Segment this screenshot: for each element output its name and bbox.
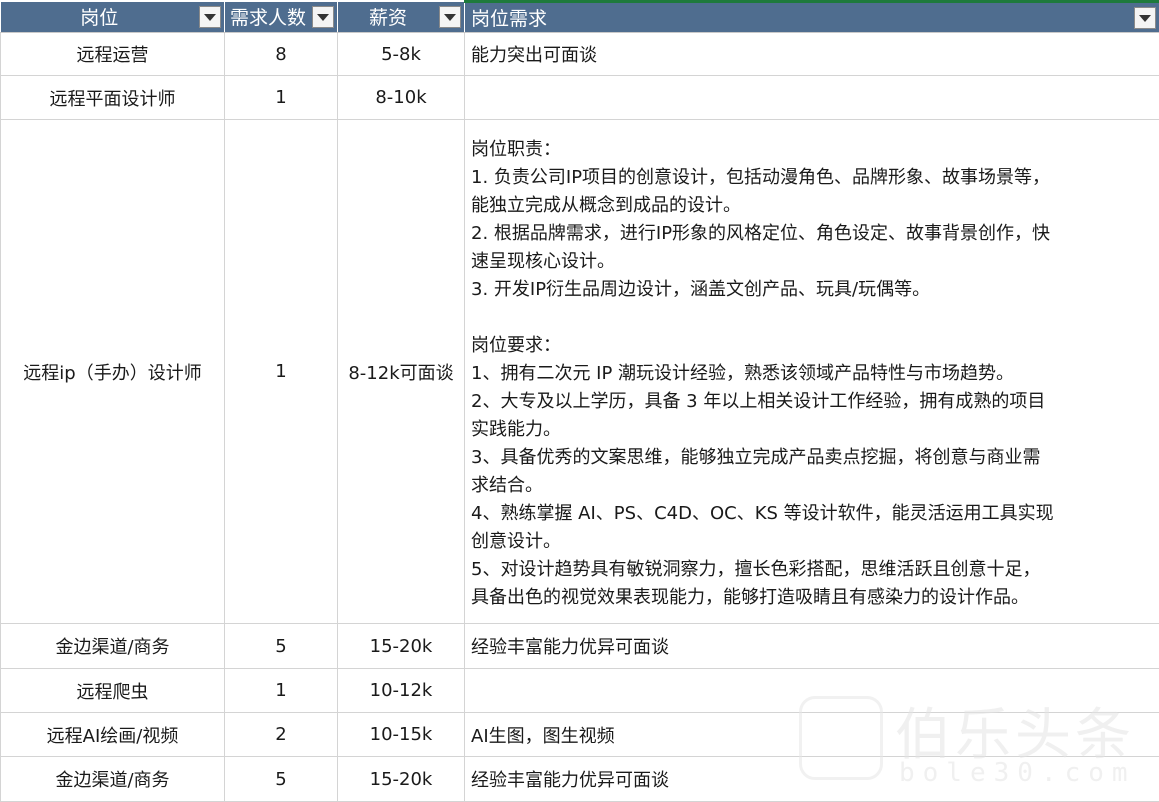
cell-requirement[interactable]: 经验丰富能力优异可面谈 bbox=[464, 756, 1159, 802]
cell-salary[interactable]: 8-10k bbox=[337, 75, 465, 120]
table-row: 金边渠道/商务 5 15-20k 经验丰富能力优异可面谈 bbox=[0, 623, 1159, 669]
cell-position[interactable]: 金边渠道/商务 bbox=[0, 756, 225, 802]
cell-count[interactable]: 8 bbox=[224, 32, 338, 76]
requirement-line: 创意设计。 bbox=[471, 530, 561, 552]
table-row: 远程AI绘画/视频 2 10-15k AI生图，图生视频 bbox=[0, 712, 1159, 757]
requirement-line: 4、熟练掌握 AI、PS、C4D、OC、KS 等设计软件，能灵活运用工具实现 bbox=[471, 502, 1054, 524]
table-row: 远程ip（手办）设计师 1 8-12k可面谈 岗位职责： 1. 负责公司IP项目的… bbox=[0, 119, 1159, 624]
cell-position[interactable]: 远程平面设计师 bbox=[0, 75, 225, 120]
cell-salary[interactable]: 15-20k bbox=[337, 756, 465, 802]
requirement-line: 能独立完成从概念到成品的设计。 bbox=[471, 194, 741, 216]
header-requirement: 岗位需求 bbox=[464, 0, 1159, 33]
cell-requirement[interactable]: 经验丰富能力优异可面谈 bbox=[464, 623, 1159, 669]
table-row: 远程运营 8 5-8k 能力突出可面谈 bbox=[0, 32, 1159, 76]
cell-requirement[interactable] bbox=[464, 668, 1159, 713]
header-count: 需求人数 bbox=[224, 1, 338, 33]
requirement-line: 实践能力。 bbox=[471, 418, 561, 440]
cell-count[interactable]: 5 bbox=[224, 623, 338, 669]
table-row: 远程平面设计师 1 8-10k bbox=[0, 75, 1159, 120]
requirement-line: 2、大专及以上学历，具备 3 年以上相关设计工作经验，拥有成熟的项目 bbox=[471, 390, 1046, 412]
cell-count[interactable]: 5 bbox=[224, 756, 338, 802]
cell-position[interactable]: 远程爬虫 bbox=[0, 668, 225, 713]
requirement-line: 岗位职责： bbox=[471, 138, 561, 160]
cell-requirement[interactable]: AI生图，图生视频 bbox=[464, 712, 1159, 757]
requirement-line: 求结合。 bbox=[471, 474, 543, 496]
cell-count[interactable]: 2 bbox=[224, 712, 338, 757]
table-row: 金边渠道/商务 5 15-20k 经验丰富能力优异可面谈 bbox=[0, 756, 1159, 802]
spreadsheet: 岗位 需求人数 薪资 岗位需求 远程运营 8 5-8k 能力突出可面谈 远程平面… bbox=[0, 0, 1159, 802]
header-row: 岗位 需求人数 薪资 岗位需求 bbox=[0, 0, 1159, 33]
cell-salary[interactable]: 10-15k bbox=[337, 712, 465, 757]
filter-dropdown-icon[interactable] bbox=[1134, 7, 1156, 29]
requirement-line: 1、拥有二次元 IP 潮玩设计经验，熟悉该领域产品特性与市场趋势。 bbox=[471, 362, 1015, 384]
requirement-line: 3、具备优秀的文案思维，能够独立完成产品卖点挖掘，将创意与商业需 bbox=[471, 446, 1041, 468]
requirement-line: 1. 负责公司IP项目的创意设计，包括动漫角色、品牌形象、故事场景等， bbox=[471, 166, 1051, 188]
filter-dropdown-icon[interactable] bbox=[199, 5, 221, 28]
cell-position[interactable]: 远程ip（手办）设计师 bbox=[0, 119, 225, 624]
requirement-line: 2. 根据品牌需求，进行IP形象的风格定位、角色设定、故事背景创作，快 bbox=[471, 222, 1051, 244]
cell-position[interactable]: 金边渠道/商务 bbox=[0, 623, 225, 669]
cell-count[interactable]: 1 bbox=[224, 75, 338, 120]
header-position-label: 岗位 bbox=[80, 7, 119, 30]
cell-requirement[interactable]: 岗位职责： 1. 负责公司IP项目的创意设计，包括动漫角色、品牌形象、故事场景等，… bbox=[464, 119, 1159, 624]
requirement-line: 具备出色的视觉效果表现能力，能够打造吸睛且有感染力的设计作品。 bbox=[471, 586, 1029, 608]
requirement-line: 岗位要求： bbox=[471, 334, 561, 356]
cell-requirement[interactable] bbox=[464, 75, 1159, 120]
requirement-line: 3. 开发IP衍生品周边设计，涵盖文创产品、玩具/玩偶等。 bbox=[471, 278, 931, 300]
requirement-line: 5、对设计趋势具有敏锐洞察力，擅长色彩搭配，思维活跃且创意十足， bbox=[471, 558, 1041, 580]
cell-position[interactable]: 远程运营 bbox=[0, 32, 225, 76]
filter-dropdown-icon[interactable] bbox=[439, 5, 461, 28]
cell-salary[interactable]: 5-8k bbox=[337, 32, 465, 76]
header-requirement-label: 岗位需求 bbox=[471, 8, 548, 30]
header-position: 岗位 bbox=[0, 1, 225, 33]
header-salary: 薪资 bbox=[337, 1, 465, 33]
jobs-table: 岗位 需求人数 薪资 岗位需求 远程运营 8 5-8k 能力突出可面谈 远程平面… bbox=[0, 0, 1159, 802]
cell-salary[interactable]: 10-12k bbox=[337, 668, 465, 713]
cell-requirement[interactable]: 能力突出可面谈 bbox=[464, 32, 1159, 76]
cell-salary[interactable]: 15-20k bbox=[337, 623, 465, 669]
table-row: 远程爬虫 1 10-12k bbox=[0, 668, 1159, 713]
filter-dropdown-icon[interactable] bbox=[312, 5, 334, 28]
requirement-line: 速呈现核心设计。 bbox=[471, 250, 615, 272]
requirement-text-block: 岗位职责： 1. 负责公司IP项目的创意设计，包括动漫角色、品牌形象、故事场景等，… bbox=[471, 124, 1153, 620]
cell-count[interactable]: 1 bbox=[224, 668, 338, 713]
requirement-line bbox=[471, 304, 1153, 332]
cell-count[interactable]: 1 bbox=[224, 119, 338, 624]
cell-position[interactable]: 远程AI绘画/视频 bbox=[0, 712, 225, 757]
cell-salary[interactable]: 8-12k可面谈 bbox=[337, 119, 465, 624]
